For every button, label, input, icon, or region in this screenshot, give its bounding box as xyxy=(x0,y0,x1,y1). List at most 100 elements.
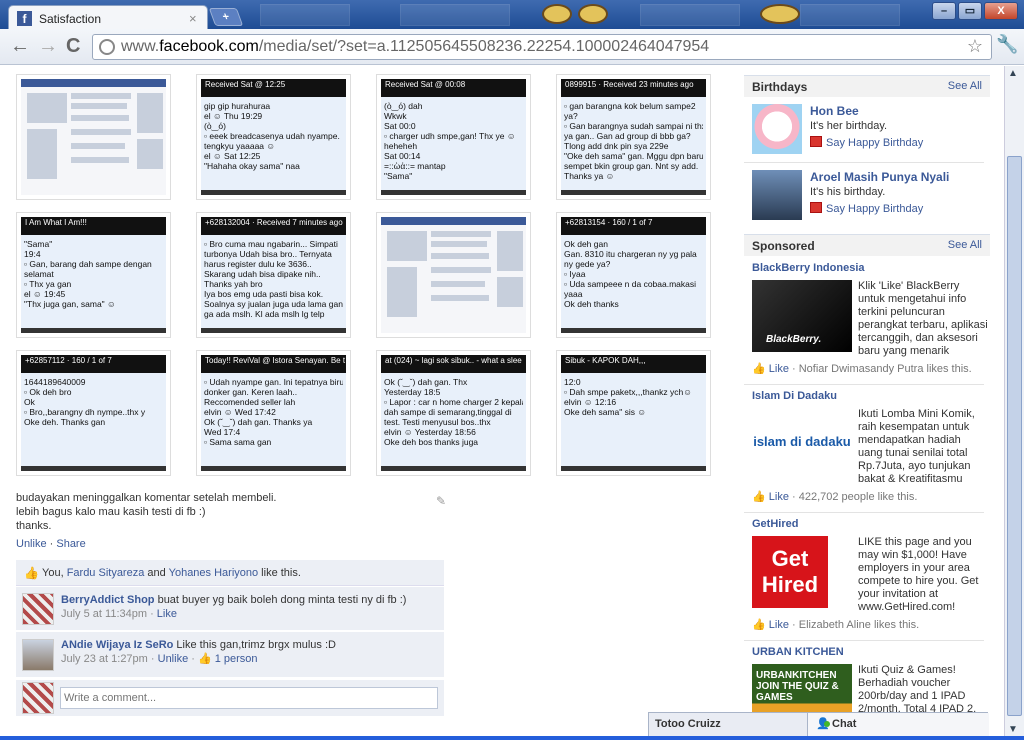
birthday-name[interactable]: Aroel Masih Punya Nyali xyxy=(810,170,949,184)
close-window-button[interactable]: X xyxy=(984,2,1018,20)
photo-chat-line: ▫ Dah smpe paketx,,,thankz ych☺ xyxy=(564,387,692,397)
comment-input[interactable] xyxy=(60,687,438,709)
photo-chat-header: at (024) ~ lagi sok sibuk.. - what a sle… xyxy=(381,355,526,373)
birthday-name[interactable]: Hon Bee xyxy=(810,104,859,118)
photo-chat-line: el ☺ Thu 19:29 xyxy=(204,111,263,121)
say-happy-birthday-link[interactable]: Say Happy Birthday xyxy=(810,202,923,215)
commenter-name[interactable]: BerryAddict Shop xyxy=(61,594,155,606)
photo-thumbnail[interactable]: +62857112 · 160 / 1 of 7 1644189640009 ▫ O… xyxy=(16,350,171,476)
sponsored-see-all-link[interactable]: See All xyxy=(948,239,982,251)
photo-thumbnail[interactable]: Sibuk - KAPOK DAH,,, 12:0 ▫ Dah smpe paket… xyxy=(556,350,711,476)
avatar[interactable] xyxy=(22,593,54,625)
maximize-button[interactable]: ▭ xyxy=(958,2,982,20)
photo-chat-line: Sat 00:14 xyxy=(384,151,421,161)
birthday-item: Hon Bee It's her birthday. Say Happy Bir… xyxy=(752,104,982,154)
photo-chat-line: ▫ Lapor : car n home charger 2 kepala xyxy=(384,397,523,407)
photo-thumbnail[interactable]: at (024) ~ lagi sok sibuk.. - what a sle… xyxy=(376,350,531,476)
ad-image[interactable]: Get Hired xyxy=(752,536,828,608)
share-link[interactable]: Share xyxy=(56,538,85,550)
chat-tab[interactable]: 👤 Chat xyxy=(807,713,989,737)
scroll-up-icon[interactable]: ▲ xyxy=(1008,68,1018,79)
photo-chat-line: Ok deh gan xyxy=(564,239,608,249)
avatar[interactable] xyxy=(752,104,802,154)
commenter-name[interactable]: ANdie Wijaya Iz SeRo xyxy=(61,639,173,651)
ad-title[interactable]: URBAN KITCHEN xyxy=(752,646,844,658)
wrench-menu-icon[interactable]: 🔧 xyxy=(996,34,1018,55)
thumbs-up-icon: 👍 xyxy=(24,566,39,580)
browser-tab-bar: f Satisfaction × + – ▭ X xyxy=(0,0,1024,30)
photo-thumbnail[interactable]: Today!! ReviVal @ Istora Senayan. Be t ▫ … xyxy=(196,350,351,476)
photo-chat-line: ▫ Bro cuma mau ngabarin... Simpati xyxy=(204,239,338,249)
photo-chat-line: Ok (ˇ‿ˇ) dah gan. Thanks ya xyxy=(204,417,313,427)
scrollbar-thumb[interactable] xyxy=(1007,156,1022,716)
photo-thumbnail[interactable]: +628132004 · Received 7 minutes ago ▫ Bro… xyxy=(196,212,351,338)
birthdays-see-all-link[interactable]: See All xyxy=(948,80,982,92)
ad-item: GetHired Get Hired LIKE this page and yo… xyxy=(752,518,984,638)
photo-thumbnail[interactable] xyxy=(376,212,531,338)
photo-chat-header: +62857112 · 160 / 1 of 7 xyxy=(21,355,166,373)
post-actions: Unlike · Share xyxy=(16,538,86,550)
likes-summary: 👍 You, Fardu Sityareza and Yohanes Hariy… xyxy=(16,560,444,586)
write-comment-box xyxy=(16,680,444,716)
ad-like-link[interactable]: Like xyxy=(769,619,789,631)
photo-chat-line: donker gan. Keren laah.. xyxy=(204,387,298,397)
ad-like-link[interactable]: Like xyxy=(769,363,789,375)
bookmark-star-icon[interactable]: ☆ xyxy=(967,36,983,57)
forward-icon[interactable]: → xyxy=(38,36,58,56)
photo-chat-line: tengkyu yaaaaa ☺ xyxy=(204,141,276,151)
photo-thumbnail[interactable]: Received Sat @ 12:25 gip gip hurahuraa el … xyxy=(196,74,351,200)
ad-like-link[interactable]: Like xyxy=(769,491,789,503)
photo-chat-line: Wkwk xyxy=(384,111,407,121)
gift-icon xyxy=(810,202,822,213)
photo-image: +628132004 · Received 7 minutes ago ▫ Bro… xyxy=(201,217,346,333)
avatar[interactable] xyxy=(22,639,54,671)
liker-link[interactable]: Fardu Sityareza xyxy=(67,567,145,579)
photo-chat-line: elvin ☺ Wed 17:42 xyxy=(204,407,276,417)
chat-contact-tab[interactable]: Totoo Cruizz xyxy=(655,718,721,730)
photo-thumbnail[interactable] xyxy=(16,74,171,200)
address-bar[interactable]: www.facebook.com/media/set/?set=a.112505… xyxy=(92,34,992,60)
photo-chat-line: Thanks yah bro xyxy=(204,279,263,289)
reload-icon[interactable]: C xyxy=(66,36,80,56)
avatar[interactable] xyxy=(752,170,802,220)
ad-image[interactable]: BlackBerry. xyxy=(752,280,852,352)
photo-thumbnail[interactable]: +62813154 · 160 / 1 of 7 Ok deh gan Gan. 8… xyxy=(556,212,711,338)
photo-chat-line: Wed 17:4 xyxy=(204,427,241,437)
vertical-scrollbar[interactable]: ▲ ▼ xyxy=(1004,66,1024,740)
photo-chat-line: Soalnya sy jualan juga uda lama gan xyxy=(204,299,343,309)
photo-chat-line: ga ada mslh. Kl ada mslh lg telp xyxy=(204,309,325,319)
minimize-button[interactable]: – xyxy=(932,2,956,20)
comment-likes-link[interactable]: 👍 1 person xyxy=(198,653,258,665)
ad-title[interactable]: BlackBerry Indonesia xyxy=(752,262,865,274)
url-text: www.facebook.com/media/set/?set=a.112505… xyxy=(121,38,710,55)
ad-title[interactable]: GetHired xyxy=(752,518,798,530)
photo-chat-line: dah sampe di semarang,tinggal di xyxy=(384,407,512,417)
back-icon[interactable]: ← xyxy=(10,36,30,56)
like-comment-link[interactable]: Like xyxy=(157,608,177,620)
photo-thumbnail[interactable]: 0899915 · Received 23 minutes ago ▫ gan b… xyxy=(556,74,711,200)
photo-chat-line: Skarang udah bisa dipake nih.. xyxy=(204,269,321,279)
new-tab-button[interactable]: + xyxy=(208,8,244,26)
photo-chat-line: Thanks ya ☺ xyxy=(564,171,615,181)
say-happy-birthday-link[interactable]: Say Happy Birthday xyxy=(810,136,923,149)
ad-title[interactable]: Islam Di Dadaku xyxy=(752,390,837,402)
photo-thumbnail[interactable]: Received Sat @ 00:08 (ὸ‿ό) dah Wkwk Sat 00:… xyxy=(376,74,531,200)
unlike-link[interactable]: Unlike xyxy=(16,538,47,550)
unlike-comment-link[interactable]: Unlike xyxy=(158,653,189,665)
online-dot-icon xyxy=(824,721,830,727)
liker-link[interactable]: Yohanes Hariyono xyxy=(169,567,259,579)
birthday-item: Aroel Masih Punya Nyali It's his birthda… xyxy=(752,170,982,220)
tab-close-icon[interactable]: × xyxy=(189,11,197,26)
os-taskbar xyxy=(0,736,1024,740)
browser-tab[interactable]: f Satisfaction × xyxy=(8,5,208,30)
edit-pencil-icon[interactable]: ✎ xyxy=(436,494,446,508)
ad-image[interactable]: islam di dadaku xyxy=(752,408,852,480)
photo-chat-line: =::ὼἀ::= mantap xyxy=(384,161,446,171)
thumbs-up-icon: 👍 xyxy=(752,491,766,503)
photo-chat-line: Sat 00:0 xyxy=(384,121,416,131)
photo-image: I Am What I Am!!! "Sama" 19:4 ▫ Gan, barang… xyxy=(21,217,166,333)
photo-thumbnail[interactable]: I Am What I Am!!! "Sama" 19:4 ▫ Gan, barang… xyxy=(16,212,171,338)
photo-chat-line: heheheh xyxy=(384,141,418,151)
photo-chat-line: Ok (ˇ‿ˇ) dah gan. Thx xyxy=(384,377,468,387)
scroll-down-icon[interactable]: ▼ xyxy=(1008,724,1018,735)
